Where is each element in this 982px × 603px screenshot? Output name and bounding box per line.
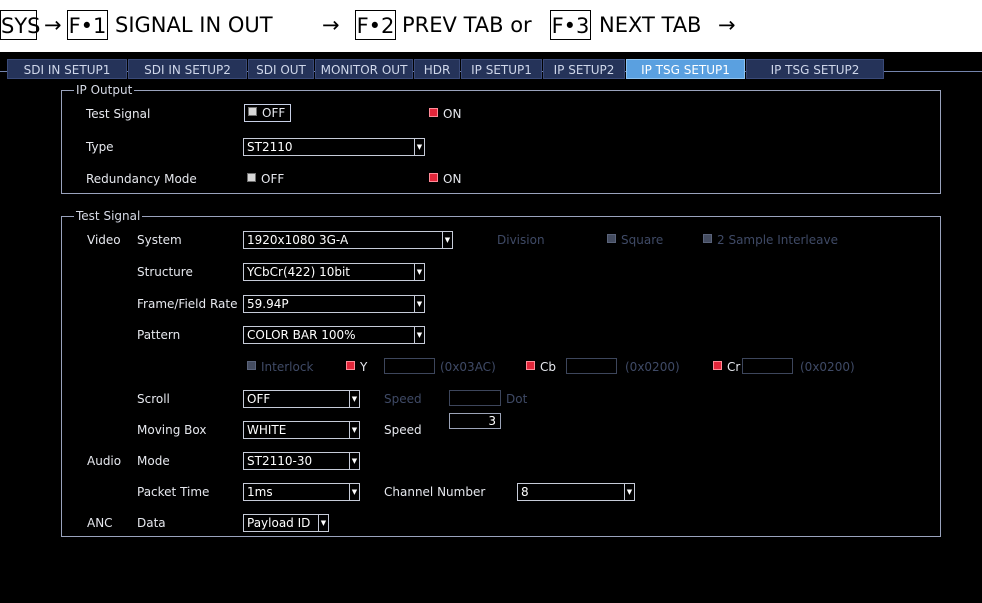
- chevron-down-icon: ▼: [414, 296, 424, 312]
- checkbox-unchecked-icon: [247, 173, 256, 182]
- moving-box-dropdown[interactable]: WHITE ▼: [243, 421, 360, 439]
- tab-ip-tsg-setup1[interactable]: IP TSG SETUP1: [626, 59, 745, 79]
- sys-key[interactable]: SYS: [0, 10, 41, 40]
- y-value-field[interactable]: [384, 358, 435, 374]
- arrow-icon: →: [718, 13, 736, 37]
- cr-value-field[interactable]: [742, 358, 793, 374]
- device-screen: SDI IN SETUP1 SDI IN SETUP2 SDI OUT MONI…: [0, 52, 982, 603]
- cb-value-field[interactable]: [566, 358, 617, 374]
- test-signal-on-checkbox[interactable]: ON: [429, 107, 461, 121]
- checkbox-disabled-icon: [247, 361, 256, 370]
- division-label: Division: [497, 233, 545, 247]
- checkbox-checked-icon: [429, 173, 438, 182]
- f3-label: NEXT TAB: [599, 13, 702, 37]
- dot-label: Dot: [506, 392, 528, 406]
- tab-hdr[interactable]: HDR: [414, 59, 460, 79]
- cb-checkbox[interactable]: Cb: [526, 360, 556, 374]
- packet-time-label: Packet Time: [137, 485, 210, 499]
- anc-data-dropdown[interactable]: Payload ID ▼: [243, 514, 329, 532]
- chevron-down-icon: ▼: [414, 327, 424, 343]
- square-checkbox: Square: [607, 233, 663, 247]
- chevron-down-icon: ▼: [624, 484, 634, 500]
- tab-ip-setup2[interactable]: IP SETUP2: [543, 59, 625, 79]
- chevron-down-icon: ▼: [349, 484, 359, 500]
- chevron-down-icon: ▼: [442, 232, 452, 248]
- cr-checkbox[interactable]: Cr: [713, 360, 740, 374]
- video-label: Video: [87, 233, 121, 247]
- frame-rate-dropdown[interactable]: 59.94P ▼: [243, 295, 425, 313]
- checkbox-unchecked-icon: [248, 107, 257, 116]
- tab-sdi-out[interactable]: SDI OUT: [248, 59, 314, 79]
- system-label: System: [137, 233, 182, 247]
- scroll-dropdown[interactable]: OFF ▼: [243, 390, 360, 408]
- test-signal-off-checkbox[interactable]: OFF: [244, 104, 292, 122]
- sample-interleave-checkbox: 2 Sample Interleave: [703, 233, 838, 247]
- structure-dropdown[interactable]: YCbCr(422) 10bit ▼: [243, 263, 425, 281]
- test-signal-title: Test Signal: [74, 209, 143, 223]
- moving-box-label: Moving Box: [137, 423, 207, 437]
- channel-number-label: Channel Number: [384, 485, 486, 499]
- test-signal-label: Test Signal: [86, 107, 151, 121]
- scroll-speed-label: Speed: [384, 392, 422, 406]
- packet-time-dropdown[interactable]: 1ms ▼: [243, 483, 360, 501]
- checkbox-disabled-icon: [703, 234, 712, 243]
- type-label: Type: [86, 140, 114, 154]
- tab-monitor-out[interactable]: MONITOR OUT: [315, 59, 413, 79]
- tab-sdi-in-setup1[interactable]: SDI IN SETUP1: [7, 59, 127, 79]
- cb-hex-label: (0x0200): [625, 360, 680, 374]
- type-dropdown[interactable]: ST2110 ▼: [243, 138, 425, 156]
- checkbox-checked-icon: [713, 361, 722, 370]
- chevron-down-icon: ▼: [414, 264, 424, 280]
- redundancy-off-checkbox[interactable]: OFF: [247, 172, 284, 186]
- audio-mode-dropdown[interactable]: ST2110-30 ▼: [243, 452, 360, 470]
- tab-ip-setup1[interactable]: IP SETUP1: [461, 59, 542, 79]
- pattern-dropdown[interactable]: COLOR BAR 100% ▼: [243, 326, 425, 344]
- redundancy-on-checkbox[interactable]: ON: [429, 172, 461, 186]
- tab-ip-tsg-setup2[interactable]: IP TSG SETUP2: [746, 59, 884, 79]
- chevron-down-icon: ▼: [414, 139, 424, 155]
- f3-key[interactable]: F•3: [550, 10, 591, 40]
- chevron-down-icon: ▼: [318, 515, 328, 531]
- scroll-label: Scroll: [137, 392, 170, 406]
- f1-key[interactable]: F•1: [67, 10, 108, 40]
- y-hex-label: (0x03AC): [440, 360, 496, 374]
- pattern-label: Pattern: [137, 328, 181, 342]
- tab-sdi-in-setup2[interactable]: SDI IN SETUP2: [128, 59, 247, 79]
- f1-label: SIGNAL IN OUT: [115, 13, 273, 37]
- structure-label: Structure: [137, 265, 193, 279]
- frame-field-rate-label: Frame/Field Rate: [137, 297, 238, 311]
- arrow-icon: →: [322, 13, 340, 37]
- f2-label: PREV TAB or: [402, 13, 532, 37]
- navigation-path: SYS → F•1 SIGNAL IN OUT → F•2 PREV TAB o…: [0, 0, 982, 52]
- channel-number-dropdown[interactable]: 8 ▼: [517, 483, 635, 501]
- chevron-down-icon: ▼: [349, 391, 359, 407]
- box-speed-field[interactable]: 3: [449, 413, 501, 429]
- chevron-down-icon: ▼: [349, 453, 359, 469]
- f2-key[interactable]: F•2: [355, 10, 396, 40]
- arrow-icon: →: [44, 13, 62, 37]
- checkbox-checked-icon: [429, 108, 438, 117]
- interlock-checkbox: Interlock: [247, 360, 313, 374]
- chevron-down-icon: ▼: [349, 422, 359, 438]
- data-label: Data: [137, 516, 166, 530]
- y-checkbox[interactable]: Y: [346, 360, 367, 374]
- checkbox-disabled-icon: [607, 234, 616, 243]
- redundancy-mode-label: Redundancy Mode: [86, 172, 197, 186]
- mode-label: Mode: [137, 454, 170, 468]
- system-dropdown[interactable]: 1920x1080 3G-A ▼: [243, 231, 453, 249]
- scroll-speed-field[interactable]: [449, 390, 501, 406]
- box-speed-label: Speed: [384, 423, 422, 437]
- checkbox-checked-icon: [526, 361, 535, 370]
- audio-label: Audio: [87, 454, 122, 468]
- cr-hex-label: (0x0200): [800, 360, 855, 374]
- ip-output-title: IP Output: [74, 83, 135, 97]
- anc-label: ANC: [87, 516, 113, 530]
- checkbox-checked-icon: [346, 361, 355, 370]
